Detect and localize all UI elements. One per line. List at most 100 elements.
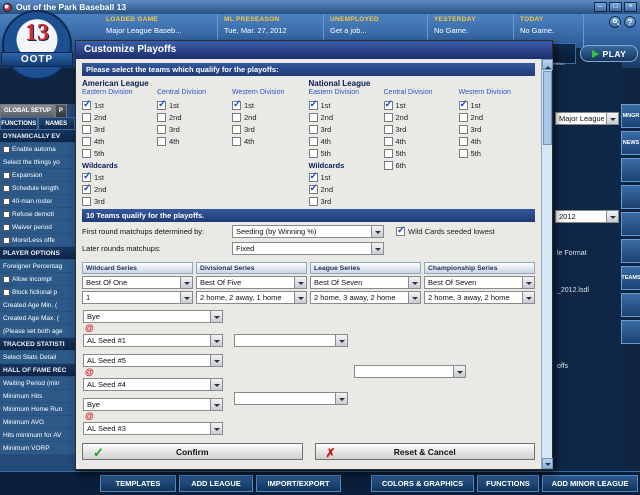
rank-option[interactable]: 4th (157, 135, 232, 147)
checkbox[interactable] (3, 184, 10, 192)
checkbox[interactable] (308, 196, 318, 206)
side-tab[interactable] (621, 158, 640, 182)
chevron-down-icon[interactable] (408, 277, 420, 288)
checkbox[interactable] (308, 99, 318, 110)
checkbox[interactable] (458, 112, 468, 122)
sidebar-option[interactable]: Refuse demoti (0, 208, 75, 221)
rank-option[interactable]: 4th (383, 135, 459, 147)
sidebar-option[interactable]: Expansion (0, 169, 75, 182)
sidebar-option[interactable]: Schedule length (0, 182, 75, 195)
rank-option[interactable]: 3rd (308, 195, 384, 207)
side-tab[interactable] (621, 185, 640, 209)
checkbox[interactable] (308, 136, 318, 146)
import-export-button[interactable]: IMPORT/EXPORT (256, 475, 341, 492)
checkbox[interactable] (308, 183, 318, 194)
checkbox[interactable] (3, 210, 10, 218)
rank-option[interactable]: 2nd (232, 111, 307, 123)
chevron-down-icon[interactable] (606, 211, 618, 222)
seed-select[interactable]: Bye (83, 398, 223, 411)
checkbox[interactable] (458, 124, 468, 134)
checkbox[interactable] (3, 223, 10, 231)
tab-news[interactable]: NEWS (621, 131, 640, 155)
rank-option[interactable]: 2nd (308, 111, 384, 123)
tab-partial[interactable]: P (54, 104, 67, 117)
seed-select[interactable]: AL Seed #5 (83, 354, 223, 367)
tab-teams[interactable]: TEAMS (621, 266, 640, 290)
colors-graphics-button[interactable]: COLORS & GRAPHICS (371, 475, 474, 492)
home-away-format-select[interactable]: 2 home, 2 away, 1 home (196, 291, 307, 304)
seed-select[interactable]: AL Seed #1 (83, 334, 223, 347)
rank-option[interactable]: 4th (82, 135, 157, 147)
tab-manager[interactable]: MNGR (621, 104, 640, 128)
checkbox[interactable] (3, 171, 10, 179)
reset-cancel-button[interactable]: ✗ Reset & Cancel (314, 443, 535, 460)
checkbox[interactable] (157, 112, 166, 122)
chevron-down-icon[interactable] (210, 335, 222, 346)
checkbox[interactable] (82, 112, 91, 122)
chevron-down-icon[interactable] (522, 277, 534, 288)
tab-global-setup[interactable]: GLOBAL SETUP (0, 104, 55, 117)
sidebar-option[interactable]: More/Less offe (0, 234, 75, 247)
home-away-format-select[interactable]: 2 home, 3 away, 2 home (310, 291, 421, 304)
maximize-button[interactable]: □ (609, 2, 622, 12)
checkbox[interactable] (82, 124, 91, 134)
close-button[interactable]: × (624, 2, 637, 12)
checkbox[interactable] (383, 112, 393, 122)
side-tab[interactable] (621, 239, 640, 263)
templates-button[interactable]: TEMPLATES (100, 475, 176, 492)
league-select[interactable]: Major League (555, 112, 619, 125)
names-button[interactable]: NAMES (37, 117, 75, 130)
chevron-down-icon[interactable] (408, 292, 420, 303)
help-icon[interactable]: ? (624, 16, 636, 28)
side-tab[interactable] (621, 212, 640, 236)
checkbox[interactable] (3, 197, 10, 205)
checkbox[interactable] (82, 99, 91, 110)
rank-option[interactable]: 3rd (82, 123, 157, 135)
sidebar-option[interactable]: 40-man roster (0, 195, 75, 208)
rank-option[interactable]: 4th (308, 135, 384, 147)
best-of-select[interactable]: Best Of Five (196, 276, 307, 289)
chevron-down-icon[interactable] (180, 277, 192, 288)
round3-slot-select[interactable] (354, 365, 466, 378)
chevron-down-icon[interactable] (180, 292, 192, 303)
sidebar-option[interactable]: Enable automa (0, 143, 75, 156)
checkbox[interactable] (383, 99, 393, 110)
chevron-down-icon[interactable] (522, 292, 534, 303)
checkbox[interactable] (157, 99, 166, 110)
rank-option[interactable]: 5th (82, 147, 157, 159)
checkbox[interactable] (383, 124, 393, 134)
rank-option[interactable]: 6th (383, 159, 459, 171)
checkbox[interactable] (82, 136, 91, 146)
sidebar-option[interactable]: Waiver period (0, 221, 75, 234)
chevron-down-icon[interactable] (453, 366, 465, 377)
scroll-down-icon[interactable] (542, 458, 553, 469)
checkbox[interactable] (3, 275, 10, 283)
rank-option[interactable]: 5th (383, 147, 459, 159)
rank-option[interactable]: 3rd (308, 123, 384, 135)
checkbox[interactable] (308, 124, 318, 134)
later-rounds-select[interactable]: Fixed (232, 242, 384, 255)
sidebar-option[interactable]: Block fictional p (0, 286, 75, 299)
checkbox[interactable] (232, 99, 241, 110)
rank-option[interactable]: 2nd (383, 111, 459, 123)
functions-button[interactable]: FUNCTIONS (0, 117, 38, 130)
rank-option[interactable]: 1st (308, 171, 384, 183)
checkbox[interactable] (308, 171, 318, 182)
chevron-down-icon[interactable] (371, 226, 383, 237)
rank-option[interactable]: 2nd (308, 183, 384, 195)
checkbox[interactable] (308, 112, 318, 122)
rank-option[interactable]: 3rd (458, 123, 534, 135)
best-of-select[interactable]: Best Of Seven (310, 276, 421, 289)
checkbox[interactable] (3, 145, 10, 153)
rank-option[interactable]: 1st (458, 99, 534, 111)
confirm-button[interactable]: ✓ Confirm (82, 443, 303, 460)
add-minor-league-button[interactable]: ADD MINOR LEAGUE (542, 475, 638, 492)
checkbox[interactable] (232, 112, 241, 122)
seed-select[interactable]: Bye (83, 310, 223, 323)
rank-option[interactable]: 3rd (383, 123, 459, 135)
scrollbar-thumb[interactable] (543, 71, 552, 145)
checkbox[interactable] (458, 99, 468, 110)
best-of-select[interactable]: Best Of Seven (424, 276, 535, 289)
minimize-button[interactable]: – (594, 2, 607, 12)
rank-option[interactable]: 4th (458, 135, 534, 147)
